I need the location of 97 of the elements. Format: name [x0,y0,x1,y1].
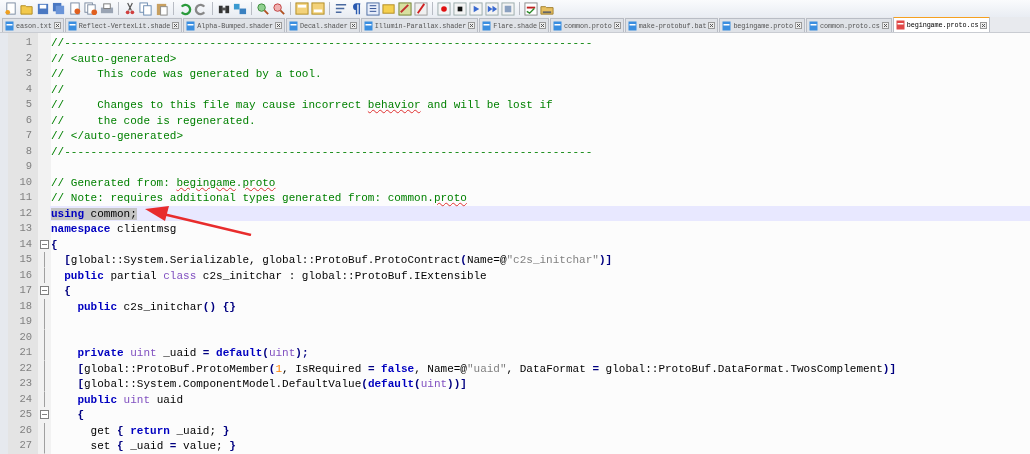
cut-icon[interactable] [123,1,137,16]
word-wrap-icon[interactable] [334,1,348,16]
close-icon[interactable] [613,22,621,29]
line-number: 1 [24,35,33,50]
line-number: 5 [24,97,33,112]
close-icon[interactable] [795,22,803,29]
line-number: 12 [18,205,33,221]
close-file-icon[interactable] [68,1,82,16]
line-number: 3 [24,66,33,81]
line-number: 26 [18,422,33,438]
code-line: public partial class c2s_initchar : global::ProtoBuf.IExtensible [63,269,487,282]
save-all-icon[interactable] [52,1,66,16]
file-icon [363,20,373,31]
code-line: { [76,409,84,421]
record-icon[interactable] [437,1,451,16]
code-line: [global::ProtoBuf.ProtoMember(1, IsRequired = false, Name=@"uaid", DataFormat = global::ProtoBuf.DataFormat.TwosComplement)] [76,362,897,375]
close-icon[interactable] [708,22,716,29]
undo-icon[interactable] [178,1,192,16]
close-icon[interactable] [539,22,546,29]
code-line: //-------------------------------------------------------------------------------- [51,37,593,49]
file-icon [5,20,14,31]
file-icon [722,20,732,31]
close-all-icon[interactable] [84,1,98,16]
stop-icon[interactable] [453,1,467,16]
code-line: using common; [51,207,137,220]
close-icon[interactable] [349,22,357,29]
save-macro-icon[interactable] [501,1,515,16]
print-icon[interactable] [100,1,114,16]
code-line: // Generated from: begingame.proto [51,176,276,189]
code-line: namespace clientmsg [51,223,177,235]
code-line: { [63,285,71,297]
save-icon[interactable] [36,1,50,16]
paste-icon[interactable] [155,1,169,16]
line-number: 10 [18,174,33,190]
file-icon [482,20,492,31]
close-icon[interactable] [53,22,61,29]
code-line: // Changes to this file may cause incorrect behavior and will be lost if [51,99,553,111]
zoom-out-icon[interactable] [272,1,286,16]
redo-icon[interactable] [194,1,208,16]
spellcheck-icon[interactable] [524,1,538,16]
copy-icon[interactable] [139,1,153,16]
fold-minus-icon[interactable] [40,239,49,249]
line-number: 20 [18,329,33,345]
code-line: // Note: requires additional types generated from: common.proto [51,192,467,204]
close-icon[interactable] [468,22,476,29]
code-line: //-------------------------------------------------------------------------------- [51,145,593,158]
line-number: 13 [18,221,33,236]
line-number: 19 [18,314,33,329]
code-line: public c2s_initchar() {} [76,300,236,313]
code-line: [global::System.Serializable, global::ProtoBuf.ProtoContract(Name=@"c2s_initchar")] [63,254,613,266]
line-number: 8 [24,143,33,159]
code-line: // the code is regenerated. [51,114,256,127]
file-icon [288,20,298,31]
code-line: // <auto-generated> [51,52,177,65]
line-number: 4 [24,81,33,97]
play-multiple-icon[interactable] [485,1,499,16]
code-line: private uint _uaid = default(uint); [76,347,309,359]
file-icon [809,20,819,31]
line-number: 16 [18,267,33,283]
code-line: set { _uaid = value; } [89,440,236,452]
code-line: public uint uaid [76,393,184,406]
line-number: 27 [18,438,33,453]
line-number: 25 [18,407,33,422]
code-line: { [51,238,58,251]
line-number: 22 [18,360,33,376]
line-number: 7 [24,128,33,143]
zoom-in-icon[interactable] [256,1,270,16]
line-number: 21 [18,345,33,360]
fold-minus-icon[interactable] [40,286,49,296]
line-number: 14 [18,236,33,252]
line-number: 23 [18,376,33,391]
line-number: 11 [18,190,33,205]
line-number: 2 [24,50,33,66]
file-icon [186,20,196,31]
line-number: 9 [24,159,33,174]
code-line: // This code was generated by a tool. [51,68,322,80]
play-icon[interactable] [469,1,483,16]
file-icon [553,20,562,31]
close-icon[interactable] [274,22,282,29]
fold-minus-icon[interactable] [40,410,49,420]
close-icon[interactable] [980,21,988,29]
line-number: 17 [18,283,33,298]
file-icon [895,20,905,30]
file-icon [627,20,637,31]
indent-guide-icon[interactable] [366,1,380,16]
close-icon[interactable] [172,22,180,29]
code-line: [global::System.ComponentModel.DefaultValue(default(uint))] [76,378,467,390]
line-number: 18 [18,298,33,314]
line-number: 24 [18,391,33,407]
replace-icon[interactable] [233,1,247,16]
close-icon[interactable] [881,22,889,29]
file-icon [67,20,77,31]
line-number: 15 [18,252,33,267]
line-number: 6 [24,112,33,128]
code-line: // </auto-generated> [51,130,184,142]
code-line: get { return _uaid; } [89,424,230,437]
code-line: // [51,83,65,96]
